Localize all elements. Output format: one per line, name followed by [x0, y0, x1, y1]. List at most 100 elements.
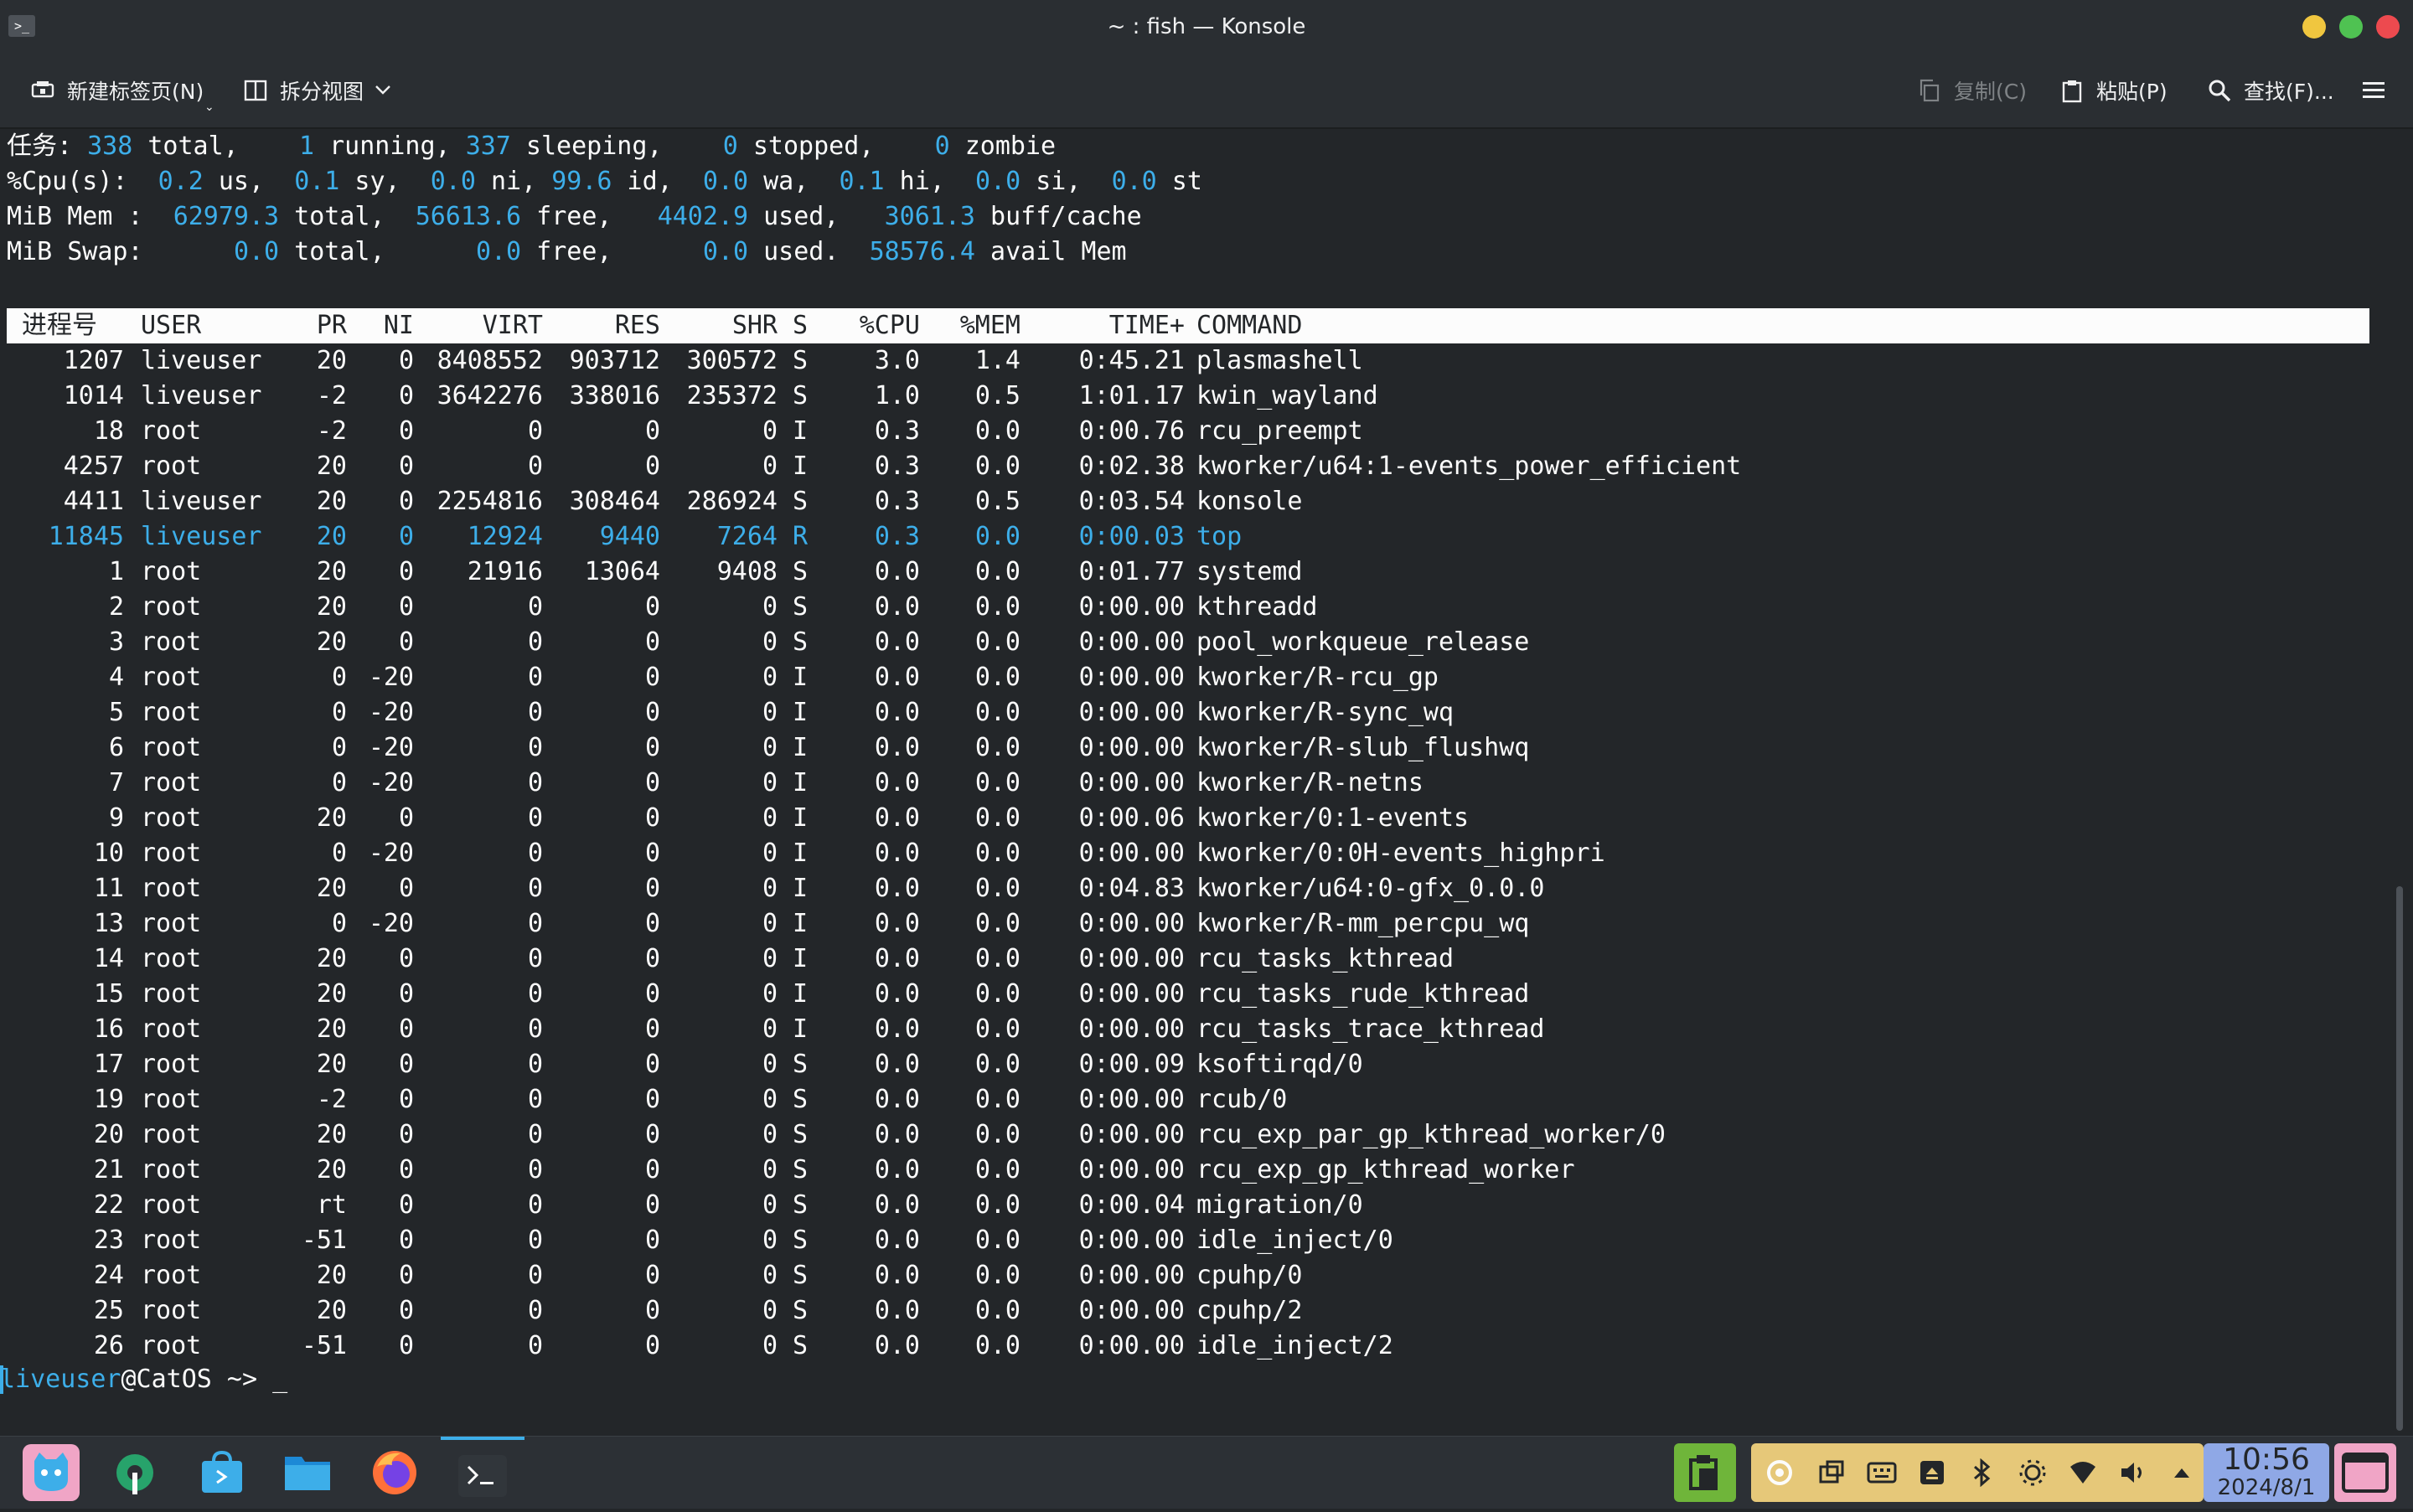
cell-command: idle_inject/0: [1196, 1226, 1393, 1255]
cell-pr: 0: [331, 698, 347, 727]
cell-cpu: 0.0: [874, 944, 920, 973]
bluetooth-icon[interactable]: [1967, 1458, 1997, 1488]
find-button[interactable]: 查找(F)...: [2205, 54, 2334, 127]
cell-pid: 15: [93, 979, 124, 1009]
terminal-icon[interactable]: [441, 1437, 524, 1512]
cell-shr: 0: [762, 663, 778, 692]
chevron-down-icon[interactable]: [374, 82, 392, 100]
cell-cpu: 0.0: [874, 663, 920, 692]
cell-time: 0:00.04: [1078, 1190, 1185, 1220]
cell-virt: 0: [527, 1331, 543, 1360]
cell-mem: 0.0: [974, 909, 1020, 938]
wifi-icon[interactable]: [2068, 1458, 2098, 1488]
cell-command: kthreadd: [1196, 592, 1318, 622]
cell-command: rcub/0: [1196, 1085, 1288, 1114]
toolbar: 新建标签页(N) ⌄ 拆分视图 复制(C) 粘贴(P) 查找(F)...: [0, 54, 2413, 129]
brightness-icon[interactable]: [2018, 1458, 2048, 1488]
cell-virt: 0: [527, 1226, 543, 1255]
copy-button[interactable]: 复制(C): [1915, 54, 2027, 127]
volume-icon[interactable]: [2118, 1458, 2148, 1488]
cell-time: 0:00.03: [1078, 522, 1185, 551]
show-desktop-icon: [2342, 1453, 2389, 1493]
shell-prompt[interactable]: liveuser@CatOS ~> _: [0, 1362, 287, 1397]
cell-pid: 2: [108, 592, 124, 622]
header-shr: SHR: [731, 311, 778, 340]
cell-user: root: [141, 698, 202, 727]
header-res: RES: [614, 311, 660, 340]
minimize-button[interactable]: [2302, 15, 2326, 39]
copy-icon: [1915, 76, 1944, 105]
disk-eject-icon[interactable]: [1917, 1458, 1947, 1488]
cell-state: I: [793, 416, 809, 446]
cell-time: 0:00.00: [1078, 909, 1185, 938]
terminal-scrollbar[interactable]: [2388, 129, 2413, 1436]
cell-time: 0:00.00: [1078, 979, 1185, 1009]
update-notifier-icon[interactable]: [1765, 1458, 1795, 1488]
cell-user: root: [141, 944, 202, 973]
cell-res: 0: [644, 1155, 660, 1184]
split-view-button[interactable]: 拆分视图: [241, 54, 392, 127]
cell-pr: 20: [316, 452, 347, 481]
cell-user: root: [141, 979, 202, 1009]
hamburger-menu-button[interactable]: [2359, 54, 2398, 127]
title-bar[interactable]: >_ ~ : fish — Konsole: [0, 0, 2413, 54]
cell-pid: 4411: [63, 487, 124, 516]
cell-state: S: [793, 381, 809, 410]
cell-shr: 0: [762, 627, 778, 657]
cell-cpu: 0.0: [874, 733, 920, 762]
cell-cpu: 0.0: [874, 1296, 920, 1325]
firefox-icon[interactable]: [365, 1443, 424, 1502]
cell-mem: 0.0: [974, 627, 1020, 657]
cell-state: S: [793, 1085, 809, 1114]
catos-launcher-icon[interactable]: [22, 1443, 80, 1502]
clock-time: 10:56: [2223, 1442, 2310, 1477]
cell-virt: 0: [527, 944, 543, 973]
cell-ni: -20: [368, 733, 414, 762]
cell-state: S: [793, 557, 809, 586]
close-button[interactable]: [2376, 15, 2400, 39]
system-settings-icon[interactable]: [106, 1443, 164, 1502]
show-desktop-button[interactable]: [2334, 1443, 2396, 1502]
cell-pid: 25: [93, 1296, 124, 1325]
cell-cpu: 0.0: [874, 1014, 920, 1044]
cell-virt: 0: [527, 1050, 543, 1079]
cell-time: 0:00.76: [1078, 416, 1185, 446]
cell-user: root: [141, 1331, 202, 1360]
terminal-view[interactable]: 任务: 338 total, 1 running, 337 sleeping, …: [0, 129, 2388, 1436]
cell-cpu: 0.0: [874, 1331, 920, 1360]
cell-time: 0:00.09: [1078, 1050, 1185, 1079]
cell-mem: 0.0: [974, 416, 1020, 446]
maximize-button[interactable]: [2339, 15, 2363, 39]
paste-button[interactable]: 粘贴(P): [2058, 54, 2168, 127]
digital-clock[interactable]: 10:56 2024/8/1: [2204, 1443, 2329, 1502]
tray-expand-icon[interactable]: [2167, 1458, 2197, 1488]
cell-state: I: [793, 452, 809, 481]
cell-mem: 0.5: [974, 487, 1020, 516]
header-time: TIME+: [1108, 311, 1185, 340]
new-tab-button[interactable]: 新建标签页(N): [28, 54, 204, 127]
cell-time: 0:00.00: [1078, 944, 1185, 973]
cell-ni: -20: [368, 839, 414, 868]
cell-cpu: 0.0: [874, 839, 920, 868]
cell-mem: 0.0: [974, 768, 1020, 797]
cell-state: I: [793, 663, 809, 692]
cell-command: cpuhp/2: [1196, 1296, 1303, 1325]
store-icon[interactable]: [193, 1443, 251, 1502]
cell-time: 0:00.00: [1078, 663, 1185, 692]
cell-pr: 20: [316, 487, 347, 516]
taskbar: 10:56 2024/8/1: [0, 1436, 2413, 1509]
cell-pid: 20: [93, 1120, 124, 1149]
notifications-icon[interactable]: [1816, 1458, 1847, 1488]
cell-command: kworker/u64:0-gfx_0.0.0: [1196, 874, 1545, 903]
cell-time: 0:00.00: [1078, 1014, 1185, 1044]
file-manager-icon[interactable]: [278, 1443, 337, 1502]
cell-mem: 0.0: [974, 663, 1020, 692]
cell-user: root: [141, 1190, 202, 1220]
new-tab-menu-arrow-icon[interactable]: ⌄: [204, 101, 214, 114]
cell-time: 0:00.00: [1078, 768, 1185, 797]
header-mem: %MEM: [959, 311, 1020, 340]
scrollbar-thumb[interactable]: [2396, 886, 2403, 1431]
cell-shr: 0: [762, 979, 778, 1009]
clipboard-tray-icon[interactable]: [1674, 1443, 1736, 1502]
keyboard-icon[interactable]: [1867, 1458, 1897, 1488]
